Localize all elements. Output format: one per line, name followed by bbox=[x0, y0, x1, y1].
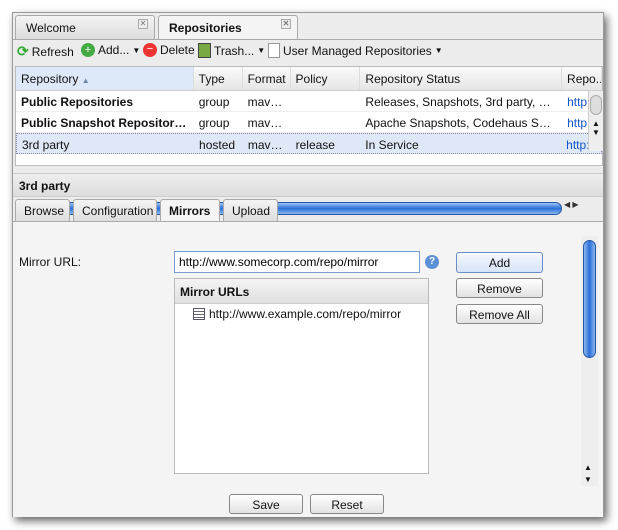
help-icon[interactable]: ? bbox=[425, 255, 439, 269]
user-managed-repositories-menu[interactable]: User Managed Repositories ▼ bbox=[268, 43, 443, 58]
mirror-url-text: http://www.example.com/repo/mirror bbox=[209, 307, 402, 321]
column-policy[interactable]: Policy bbox=[291, 67, 361, 90]
remove-mirror-button[interactable]: Remove bbox=[456, 278, 543, 298]
trash-button[interactable]: Trash... ▼ bbox=[198, 43, 265, 58]
cell-format: maven2 bbox=[247, 138, 291, 152]
mirror-urls-list: Mirror URLs http://www.example.com/repo/… bbox=[174, 278, 429, 474]
refresh-icon: ⟳ bbox=[17, 43, 29, 59]
cell-status: Apache Snapshots, Codehaus Snap... bbox=[365, 116, 563, 130]
add-label: Add... bbox=[98, 43, 130, 57]
refresh-label: Refresh bbox=[31, 44, 74, 59]
repositories-grid: Repository ▲ Type Format Policy Reposito… bbox=[15, 66, 603, 215]
repositories-window: Welcome ✕ Repositories ✕ ⟳ Refresh + Add... ▼… bbox=[12, 12, 604, 517]
sort-asc-icon: ▲ bbox=[81, 76, 90, 85]
tab-mirrors[interactable]: Mirrors bbox=[160, 199, 220, 222]
chevron-down-icon: ▼ bbox=[434, 46, 443, 55]
cell-status: Releases, Snapshots, 3rd party, Ma... bbox=[365, 95, 563, 109]
tab-welcome[interactable]: Welcome ✕ bbox=[15, 15, 155, 39]
trash-icon bbox=[198, 43, 211, 58]
trash-label: Trash... bbox=[214, 43, 255, 58]
scroll-left-right-arrows[interactable]: ◀ ▶ bbox=[564, 200, 579, 209]
tab-repositories[interactable]: Repositories ✕ bbox=[158, 15, 298, 40]
delete-icon: − bbox=[143, 43, 157, 57]
cell-type: hosted bbox=[199, 138, 236, 152]
tab-upload[interactable]: Upload bbox=[223, 199, 278, 221]
mirror-url-input[interactable] bbox=[174, 251, 420, 273]
mirror-url-label: Mirror URL: bbox=[19, 255, 81, 269]
user-managed-label: User Managed Repositories bbox=[283, 43, 432, 58]
panel-title: 3rd party bbox=[13, 173, 603, 197]
cell-policy bbox=[291, 91, 361, 111]
tab-label: Repositories bbox=[169, 21, 242, 35]
add-icon: + bbox=[81, 43, 95, 57]
save-button[interactable]: Save bbox=[229, 494, 303, 514]
mirror-urls-header: Mirror URLs bbox=[175, 279, 428, 304]
delete-button[interactable]: − Delete bbox=[143, 43, 195, 57]
table-row[interactable]: Public Repositories group maven2 Releases, … bbox=[16, 91, 602, 112]
add-mirror-button[interactable]: Add bbox=[456, 252, 543, 273]
close-icon[interactable]: ✕ bbox=[281, 19, 291, 29]
refresh-button[interactable]: ⟳ Refresh bbox=[17, 43, 74, 60]
table-row[interactable]: Public Snapshot Repositories group maven2 A… bbox=[16, 112, 602, 133]
reset-button[interactable]: Reset bbox=[310, 494, 384, 514]
column-url[interactable]: Repo... bbox=[562, 67, 602, 90]
cell-status: In Service bbox=[365, 138, 419, 152]
column-repository[interactable]: Repository ▲ bbox=[16, 67, 194, 90]
cell-format: maven2 bbox=[247, 116, 291, 130]
cell-name: 3rd party bbox=[22, 138, 70, 152]
chevron-down-icon: ▼ bbox=[257, 46, 266, 55]
cell-type: group bbox=[198, 95, 230, 109]
document-icon bbox=[193, 308, 205, 320]
mirrors-panel: Mirror URL: ? Add Remove Remove All Mirr… bbox=[13, 221, 603, 517]
column-format[interactable]: Format bbox=[243, 67, 291, 90]
add-button[interactable]: + Add... ▼ bbox=[81, 43, 140, 57]
cell-type: group bbox=[198, 116, 230, 130]
column-label: Repository bbox=[21, 72, 79, 86]
cell-policy bbox=[291, 112, 361, 132]
vertical-scrollbar[interactable]: ▲ ▼ bbox=[581, 236, 598, 486]
cell-policy: release bbox=[295, 138, 335, 152]
close-icon[interactable]: ✕ bbox=[138, 19, 148, 29]
tab-browse[interactable]: Browse bbox=[15, 199, 70, 221]
cell-format: maven2 bbox=[247, 95, 291, 109]
divider bbox=[13, 39, 603, 40]
cell-name: Public Repositories bbox=[21, 95, 134, 109]
column-type[interactable]: Type bbox=[194, 67, 243, 90]
vertical-scrollbar[interactable]: ▲ ▼ bbox=[588, 91, 603, 151]
tab-label: Welcome bbox=[26, 21, 76, 35]
copy-icon bbox=[268, 43, 280, 58]
remove-all-mirrors-button[interactable]: Remove All bbox=[456, 304, 543, 324]
cell-name: Public Snapshot Repositories bbox=[21, 116, 192, 130]
list-item[interactable]: http://www.example.com/repo/mirror bbox=[175, 304, 428, 324]
delete-label: Delete bbox=[160, 43, 195, 57]
chevron-down-icon: ▼ bbox=[132, 45, 141, 55]
column-status[interactable]: Repository Status bbox=[360, 67, 563, 90]
table-row-selected[interactable]: 3rd party hosted maven2 release In Service ht… bbox=[16, 133, 602, 154]
grid-header: Repository ▲ Type Format Policy Reposito… bbox=[16, 67, 602, 91]
tab-configuration[interactable]: Configuration bbox=[73, 199, 157, 221]
